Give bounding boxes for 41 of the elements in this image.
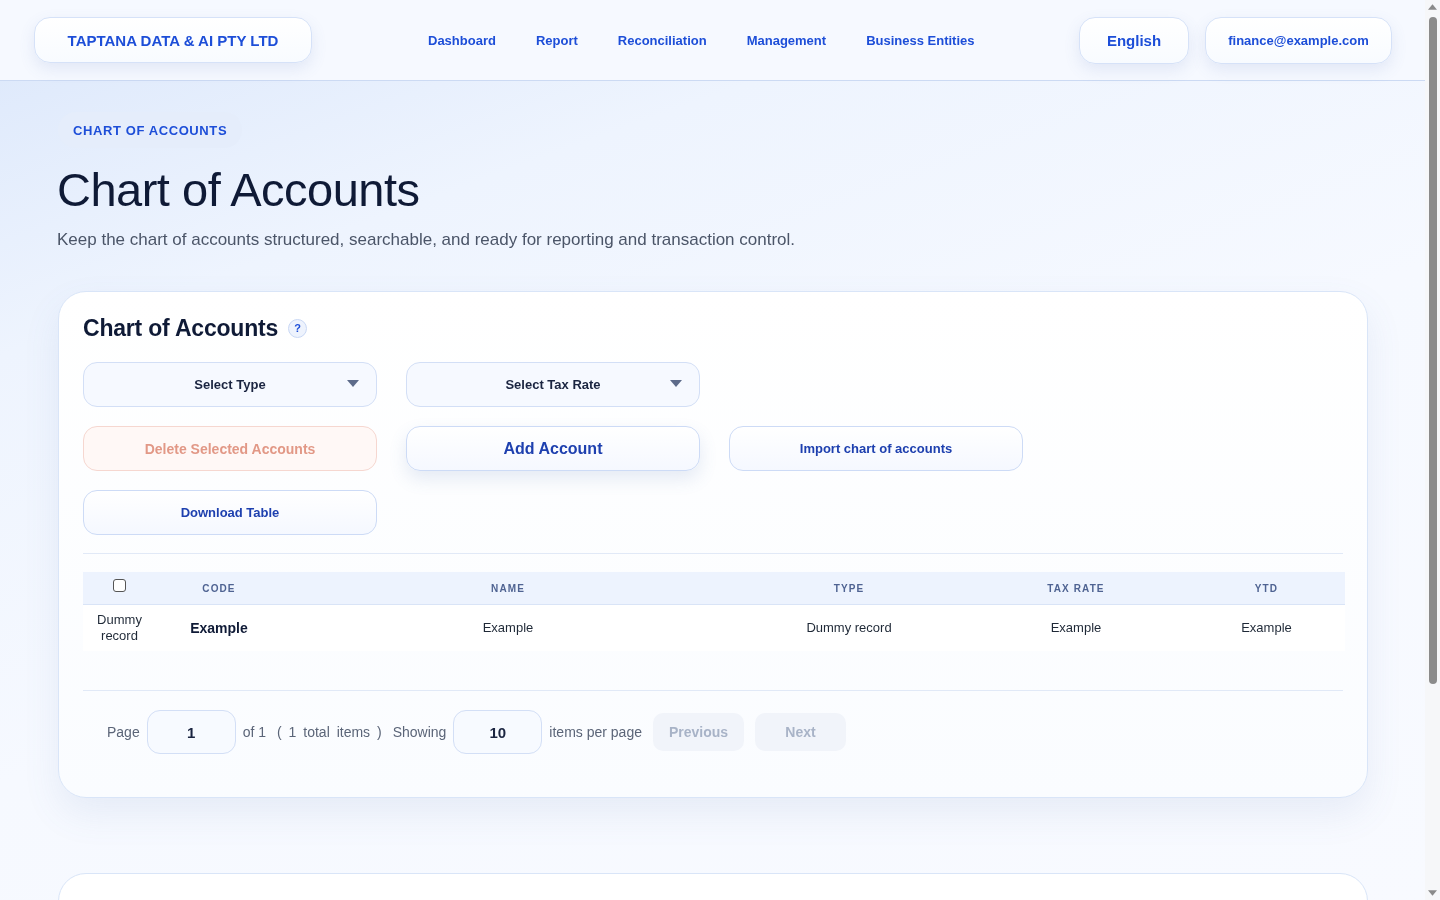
card-title: Chart of Accounts (83, 314, 279, 342)
caret-icon (347, 380, 359, 387)
column-header: CODE (202, 582, 236, 594)
account-button[interactable]: finance@example.com (1205, 16, 1392, 64)
showing-label: Showing (392, 724, 447, 740)
select-all-checkbox[interactable] (113, 578, 126, 592)
page-label: Page (107, 724, 140, 740)
scroll-down-icon[interactable] (1428, 890, 1437, 896)
nav-link[interactable]: Dashboard (428, 32, 496, 48)
nav-link[interactable]: Report (535, 32, 578, 48)
per-page-input[interactable]: 10 (453, 710, 543, 754)
dropdown[interactable]: Select Tax Rate (406, 362, 700, 407)
scrollbar-thumb[interactable] (1428, 17, 1437, 684)
column-header: TYPE (833, 582, 865, 594)
help-button[interactable]: ? (288, 318, 308, 338)
nav-link[interactable]: Management (746, 32, 827, 48)
per-page-label: items per page (549, 724, 642, 740)
company-name-badge[interactable]: TAPTANA DATA & AI PTY LTD (34, 17, 312, 63)
scroll-up-icon[interactable] (1428, 4, 1437, 10)
dropdown[interactable]: Select Type (83, 362, 377, 407)
table-cell: Example (1241, 620, 1292, 635)
table-cell: Example (1050, 620, 1102, 635)
action-button[interactable]: Import chart of accounts (729, 426, 1023, 471)
table-cell: Example (190, 620, 248, 636)
language-button[interactable]: English (1079, 16, 1189, 64)
caret-icon (670, 380, 682, 387)
nav-link[interactable]: Reconciliation (617, 32, 707, 48)
table-cell: Example (482, 620, 534, 635)
action-button[interactable]: Download Table (83, 490, 377, 535)
nav-link[interactable]: Business Entities (866, 32, 975, 48)
page-input[interactable]: 1 (146, 710, 236, 754)
total-items: ( 1 total items ) (277, 724, 382, 740)
page-title: Chart of Accounts (57, 162, 420, 218)
column-header: YTD (1254, 582, 1279, 594)
add-button[interactable]: Add Account (406, 426, 700, 471)
column-header: NAME (491, 582, 525, 594)
page-count: of 1 (242, 724, 267, 740)
table-cell: Dummy record (806, 620, 892, 635)
page-subtitle: Keep the chart of accounts structured, searchable, and ready for reporting and transaction control. (57, 229, 796, 251)
column-header: TAX RATE (1047, 582, 1105, 594)
table-cell: Dummy record (97, 612, 142, 643)
